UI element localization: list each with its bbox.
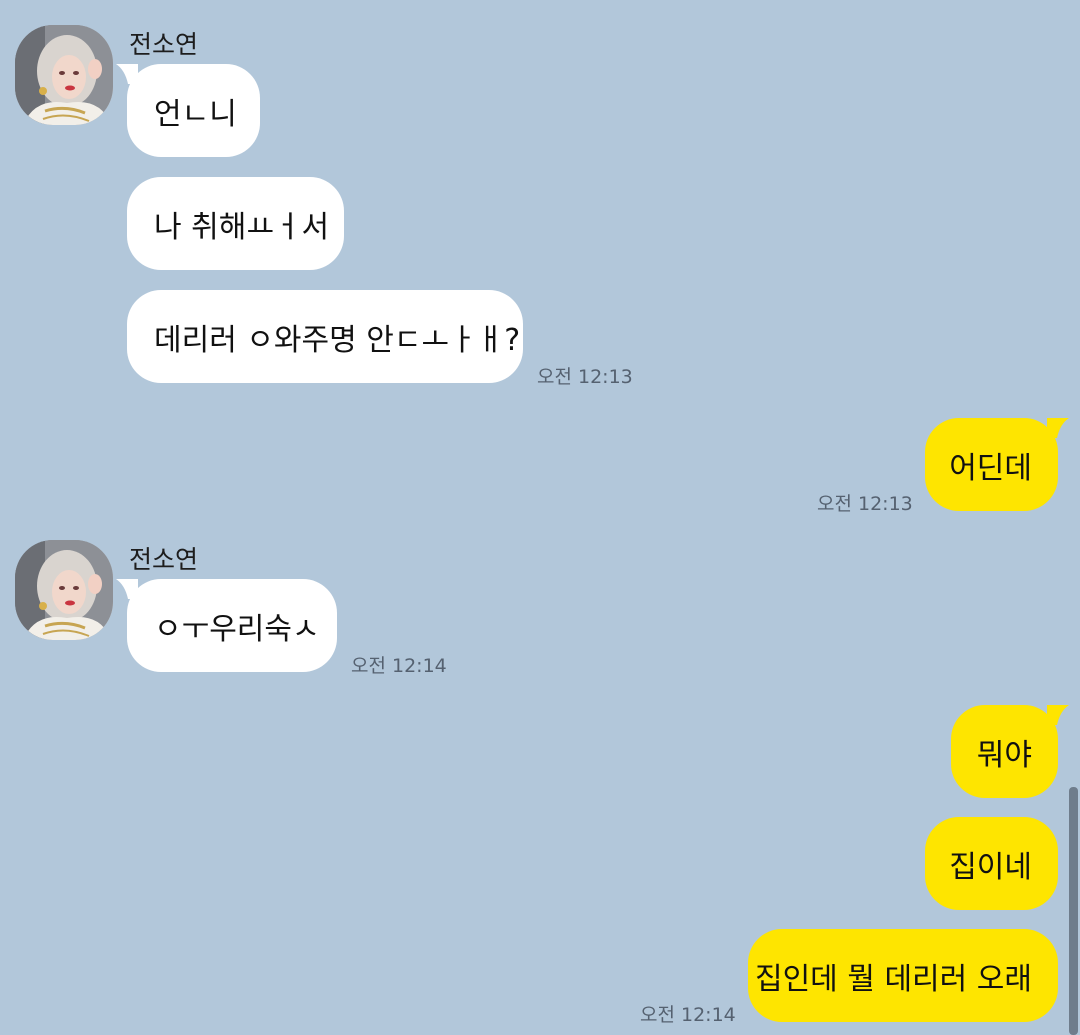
bubble-tail-icon — [116, 579, 138, 599]
bubble-tail-icon — [116, 64, 138, 84]
message-bubble[interactable]: 집이네 — [925, 817, 1058, 910]
message-text: 뭐야 — [976, 737, 1032, 773]
message-bubble[interactable]: 뭐야 — [951, 705, 1069, 798]
message-timestamp: 오전 12:14 — [351, 655, 447, 677]
chat-room: 전소연 언ㄴ니 나 취해ㅛㅓ서 데리러 ㅇ와주명 안ㄷㅗㅏㅐ? 오전 12:13… — [0, 0, 1080, 1035]
sender-avatar[interactable] — [15, 540, 113, 640]
message-timestamp: 오전 12:13 — [537, 366, 633, 388]
message-bubble[interactable]: 집인데 뭘 데리러 오래 — [748, 929, 1058, 1022]
bubble-tail-icon — [1047, 705, 1069, 725]
message-bubble[interactable]: 데리러 ㅇ와주명 안ㄷㅗㅏㅐ? — [127, 290, 523, 383]
avatar-image — [15, 25, 113, 125]
avatar-image — [15, 540, 113, 640]
message-timestamp: 오전 12:14 — [640, 1004, 736, 1026]
scrollbar[interactable] — [1069, 787, 1078, 1035]
message-text: 나 취해ㅛㅓ서 — [154, 209, 330, 245]
message-text: 집인데 뭘 데리러 오래 — [754, 961, 1032, 997]
message-timestamp: 오전 12:13 — [817, 493, 913, 515]
message-bubble[interactable]: 언ㄴ니 — [116, 64, 260, 157]
sender-avatar[interactable] — [15, 25, 113, 125]
sender-name: 전소연 — [129, 545, 199, 574]
bubble-tail-icon — [1047, 418, 1069, 438]
message-text: 집이네 — [949, 849, 1032, 885]
message-bubble[interactable]: 어딘데 — [925, 418, 1069, 511]
message-bubble[interactable]: 나 취해ㅛㅓ서 — [127, 177, 344, 270]
message-text: 어딘데 — [949, 450, 1032, 486]
message-text: 언ㄴ니 — [154, 96, 237, 132]
message-text: 데리러 ㅇ와주명 안ㄷㅗㅏㅐ? — [154, 322, 521, 358]
message-bubble[interactable]: ㅇㅜ우리숙ㅅ — [116, 579, 337, 672]
sender-name: 전소연 — [129, 30, 199, 59]
message-text: ㅇㅜ우리숙ㅅ — [154, 611, 320, 647]
